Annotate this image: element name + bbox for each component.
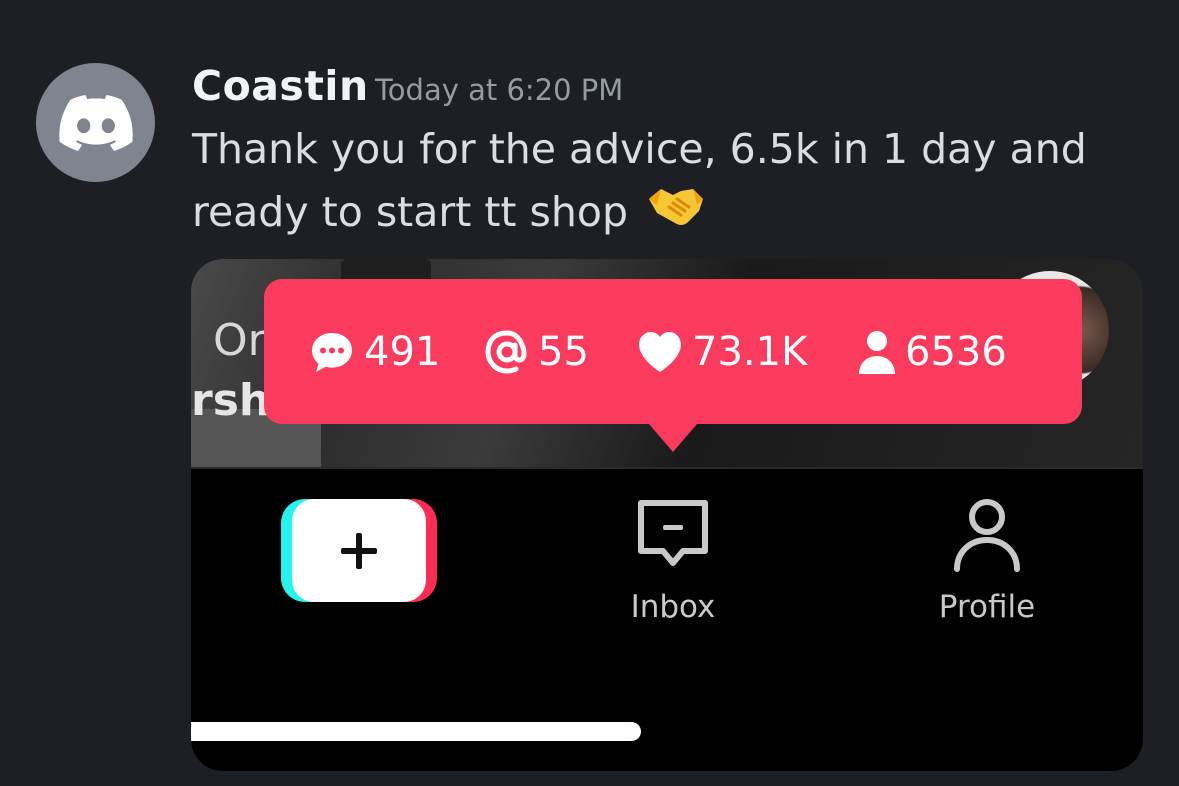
stat-followers: 6536 <box>857 327 1007 377</box>
discord-chat: Coastin Today at 6:20 PM Thank you for t… <box>0 0 1179 786</box>
discord-logo-icon <box>58 94 133 151</box>
tooltip-pointer <box>649 424 697 452</box>
message-timestamp: Today at 6:20 PM <box>375 73 624 107</box>
stat-mentions: 55 <box>484 327 589 377</box>
nav-profile-label[interactable]: Profile <box>887 587 1087 627</box>
stat-followers-value: 6536 <box>905 329 1007 375</box>
activity-stats-tooltip[interactable]: 491 55 73.1K 6536 <box>264 279 1082 424</box>
handshake-emoji-icon <box>647 184 705 247</box>
inbox-icon <box>638 500 708 566</box>
comment-icon <box>312 333 352 372</box>
stat-comments-value: 491 <box>364 329 441 375</box>
stat-likes-value: 73.1K <box>692 329 808 375</box>
message-text: Thank you for the advice, 6.5k in 1 day … <box>192 125 1087 236</box>
screenshot-attachment[interactable]: Or rshi 491 55 73.1K 6536 Inbox Profile <box>191 259 1143 771</box>
nav-inbox-label[interactable]: Inbox <box>573 587 773 627</box>
stat-likes: 73.1K <box>636 327 807 377</box>
message-body: Thank you for the advice, 6.5k in 1 day … <box>192 118 1152 247</box>
message-username[interactable]: Coastin <box>192 58 369 114</box>
stat-comments: 491 <box>308 327 440 377</box>
profile-icon <box>954 499 1020 572</box>
create-post-button[interactable] <box>281 499 437 602</box>
mention-icon <box>485 330 527 374</box>
person-icon <box>859 331 895 374</box>
nav-divider <box>191 467 1143 469</box>
home-indicator-bar <box>191 722 641 741</box>
plus-icon <box>341 532 377 569</box>
background-caption-line1: Or <box>213 315 266 366</box>
heart-icon <box>639 332 681 372</box>
user-avatar[interactable] <box>36 63 155 182</box>
stat-mentions-value: 55 <box>538 329 589 375</box>
